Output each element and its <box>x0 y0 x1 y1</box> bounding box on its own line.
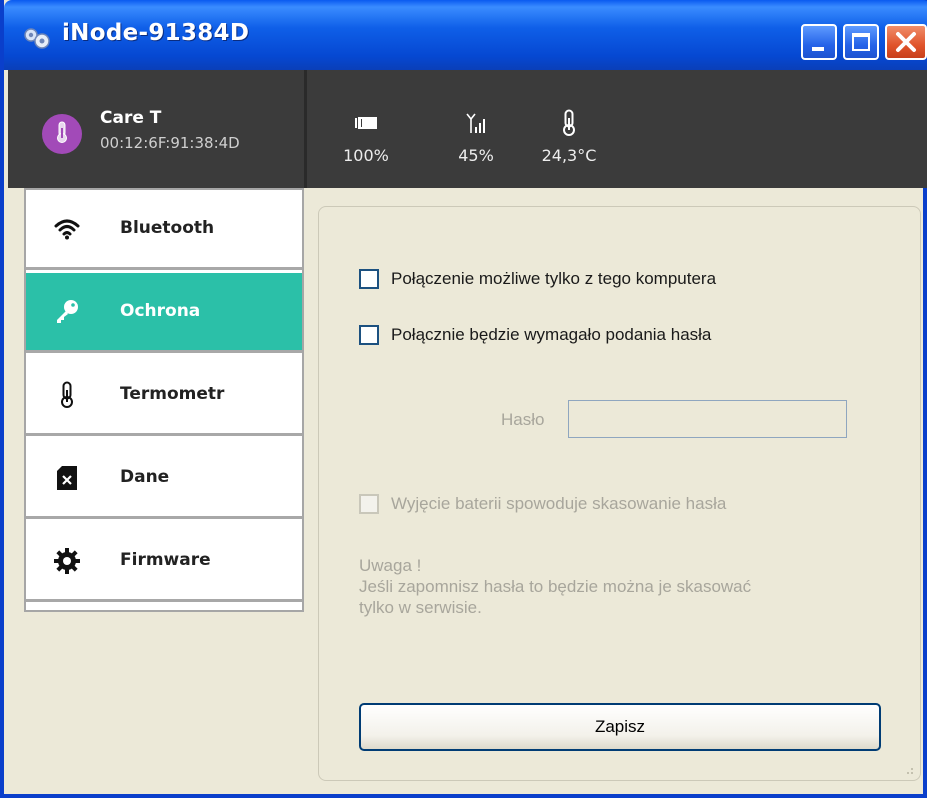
sidebar-nav: Bluetooth Ochrona Termometr Dane Firmwar… <box>24 188 304 612</box>
gears-icon <box>22 26 52 50</box>
app-window: iNode-91384D Care T 00:12:6F:91:38:4D 10… <box>0 0 927 798</box>
device-mac-address: 00:12:6F:91:38:4D <box>100 134 240 152</box>
resize-grip-icon[interactable] <box>902 762 914 774</box>
minimize-icon <box>812 47 824 51</box>
signal-icon <box>448 106 504 140</box>
thermometer-icon <box>526 106 612 140</box>
sidebar-item-label: Ochrona <box>120 301 201 321</box>
close-button[interactable] <box>885 24 927 60</box>
battery-value: 100% <box>343 146 389 165</box>
sidebar-item-label: Firmware <box>120 550 211 570</box>
temperature-value: 24,3°C <box>541 146 597 165</box>
battery-reset-checkbox[interactable] <box>359 494 379 514</box>
battery-reset-option[interactable]: Wyjęcie baterii spowoduje skasowanie has… <box>359 494 726 514</box>
require-password-checkbox[interactable] <box>359 325 379 345</box>
note-title: Uwaga ! <box>359 556 422 575</box>
signal-status: 45% <box>448 106 504 165</box>
sidebar-item-firmware[interactable]: Firmware <box>26 522 302 602</box>
sd-card-icon <box>54 465 80 491</box>
device-avatar <box>42 114 82 154</box>
local-only-label[interactable]: Połączenie możliwe tylko z tego komputer… <box>391 269 716 289</box>
battery-status: 100% <box>338 106 394 165</box>
maximize-icon <box>852 33 870 51</box>
close-icon <box>894 30 918 58</box>
sidebar-item-label: Bluetooth <box>120 218 215 238</box>
wifi-icon <box>54 216 80 242</box>
local-only-option[interactable]: Połączenie możliwe tylko z tego komputer… <box>359 269 716 289</box>
local-only-checkbox[interactable] <box>359 269 379 289</box>
key-icon <box>54 299 80 325</box>
save-button[interactable]: Zapisz <box>359 703 881 751</box>
thermometer-icon <box>54 381 80 408</box>
device-name: Care T <box>100 108 162 128</box>
warning-note: Uwaga ! Jeśli zapomnisz hasła to będzie … <box>359 555 879 618</box>
require-password-option[interactable]: Połącznie będzie wymagało podania hasła <box>359 325 711 345</box>
protection-panel: Połączenie możliwe tylko z tego komputer… <box>318 206 921 781</box>
note-line-1: Jeśli zapomnisz hasła to będzie można je… <box>359 577 752 596</box>
password-label: Hasło <box>501 410 545 429</box>
signal-value: 45% <box>458 146 494 165</box>
header-divider <box>304 70 307 188</box>
maximize-button[interactable] <box>843 24 879 60</box>
sidebar-item-termometr[interactable]: Termometr <box>26 356 302 436</box>
sidebar-item-bluetooth[interactable]: Bluetooth <box>26 190 302 270</box>
thermometer-icon <box>54 120 70 148</box>
gear-icon <box>54 548 80 574</box>
device-header: Care T 00:12:6F:91:38:4D 100% 45% 24,3°C <box>8 70 927 188</box>
minimize-button[interactable] <box>801 24 837 60</box>
sidebar-item-label: Termometr <box>120 384 225 404</box>
password-input[interactable] <box>568 400 847 438</box>
window-title: iNode-91384D <box>62 20 250 46</box>
sidebar-item-ochrona[interactable]: Ochrona <box>26 273 302 353</box>
battery-icon <box>338 106 394 140</box>
title-bar[interactable]: iNode-91384D <box>4 0 927 70</box>
battery-reset-label[interactable]: Wyjęcie baterii spowoduje skasowanie has… <box>391 494 726 514</box>
note-line-2: tylko w serwisie. <box>359 598 482 617</box>
require-password-label[interactable]: Połącznie będzie wymagało podania hasła <box>391 325 711 345</box>
temperature-status: 24,3°C <box>526 106 612 165</box>
sidebar-item-label: Dane <box>120 467 170 487</box>
sidebar-item-dane[interactable]: Dane <box>26 439 302 519</box>
